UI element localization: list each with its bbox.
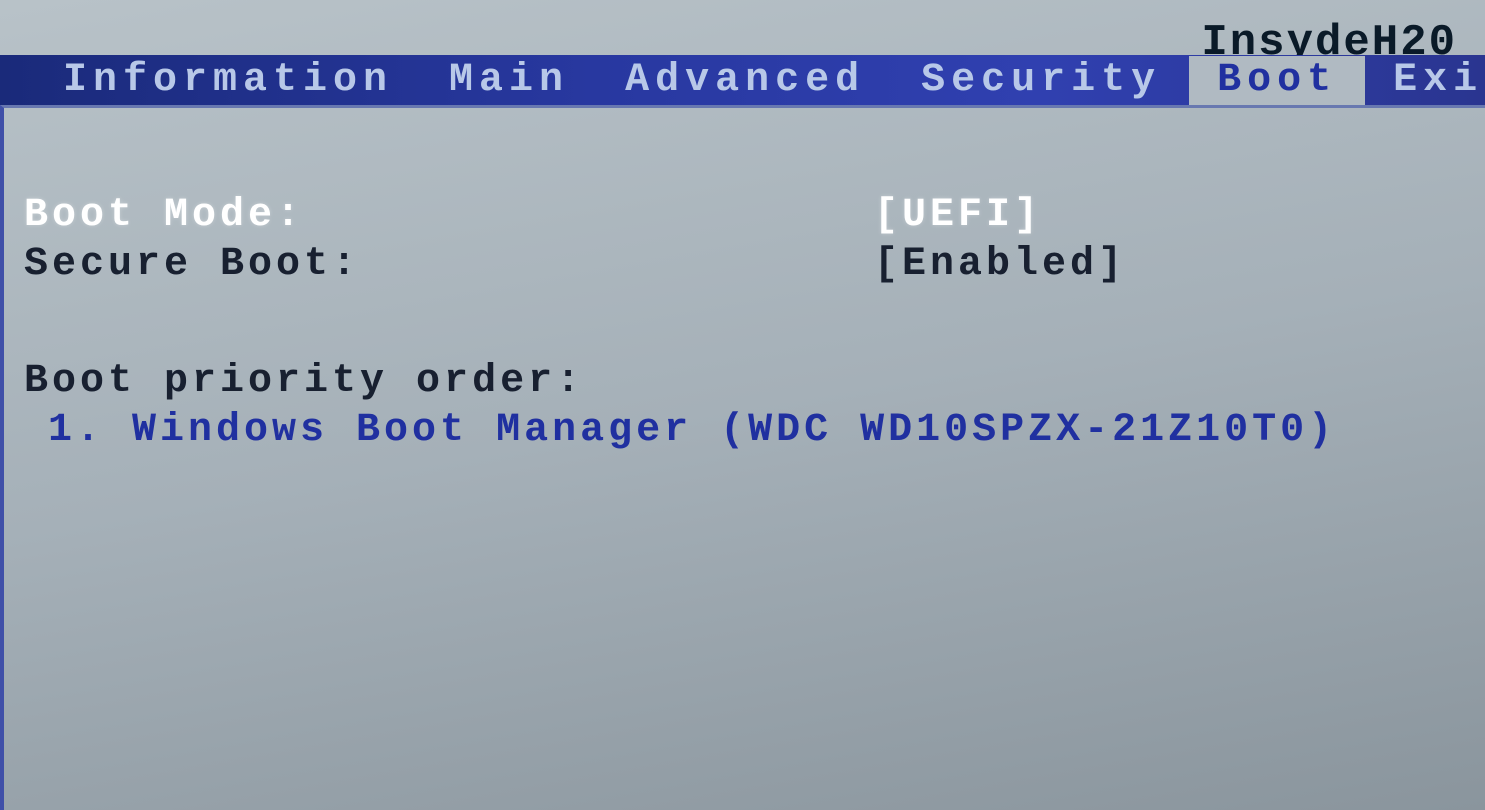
tab-exit[interactable]: Exit (1365, 56, 1485, 105)
secure-boot-row[interactable]: Secure Boot: [Enabled] (24, 242, 1485, 287)
content-inner: Boot Mode: [UEFI] Secure Boot: [Enabled]… (4, 108, 1485, 453)
content-area: Boot Mode: [UEFI] Secure Boot: [Enabled]… (0, 105, 1485, 810)
boot-mode-value: [UEFI] (874, 193, 1042, 238)
tab-main[interactable]: Main (421, 56, 597, 105)
boot-priority-section: Boot priority order: 1. Windows Boot Man… (24, 359, 1485, 453)
tab-boot[interactable]: Boot (1189, 56, 1365, 105)
tab-information[interactable]: Information (35, 56, 421, 105)
secure-boot-value: [Enabled] (874, 242, 1126, 287)
boot-priority-header: Boot priority order: (24, 359, 1485, 404)
tab-security[interactable]: Security (893, 56, 1189, 105)
tab-bar: Information Main Advanced Security Boot … (0, 55, 1485, 105)
bios-screen: InsydeH20 Information Main Advanced Secu… (0, 0, 1485, 810)
boot-mode-row[interactable]: Boot Mode: [UEFI] (24, 193, 1485, 238)
boot-priority-item-1[interactable]: 1. Windows Boot Manager (WDC WD10SPZX-21… (24, 408, 1485, 453)
tab-advanced[interactable]: Advanced (597, 56, 893, 105)
boot-mode-label: Boot Mode: (24, 193, 874, 238)
secure-boot-label: Secure Boot: (24, 242, 874, 287)
